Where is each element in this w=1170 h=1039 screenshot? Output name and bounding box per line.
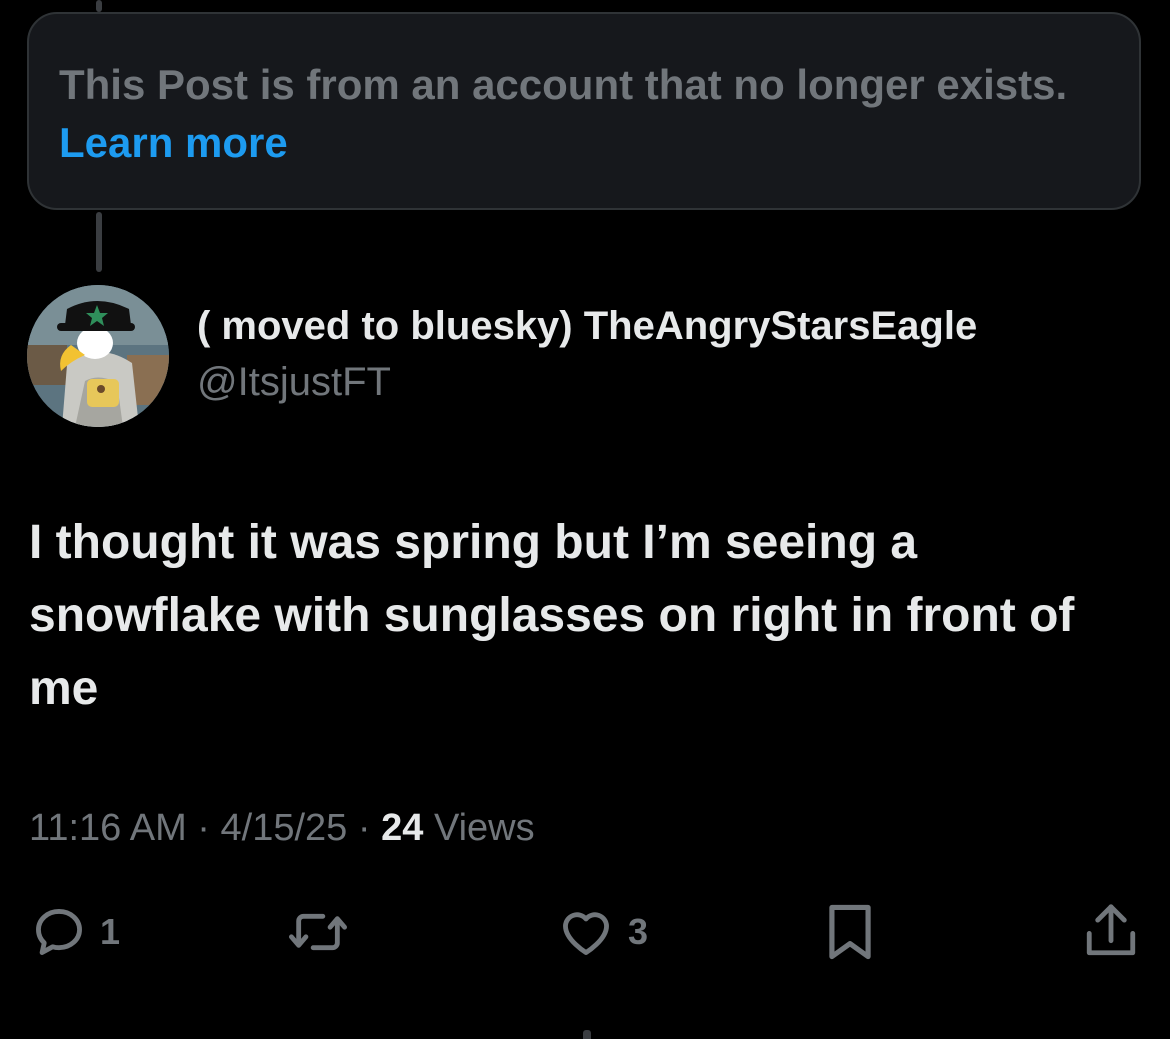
share-icon <box>1086 904 1136 956</box>
reply-button[interactable]: 1 <box>30 903 120 961</box>
meta-separator: · <box>357 807 371 849</box>
views-label: Views <box>433 807 535 849</box>
eagle-mascot-avatar-icon <box>27 285 169 427</box>
views-count: 24 <box>381 807 424 849</box>
learn-more-link[interactable]: Learn more <box>59 119 288 166</box>
thread-connector-line <box>583 1030 591 1039</box>
like-button[interactable]: 3 <box>556 903 648 961</box>
post-date[interactable]: 4/15/25 <box>221 807 348 849</box>
reply-icon <box>36 909 82 955</box>
heart-icon <box>563 912 609 955</box>
repost-button[interactable] <box>286 903 350 961</box>
share-button[interactable] <box>1082 899 1140 963</box>
author-display-name[interactable]: ( moved to bluesky) TheAngryStarsEagle <box>197 298 977 354</box>
post-text: I thought it was spring but I’m seeing a… <box>29 516 1075 715</box>
thread-connector-line <box>96 212 102 272</box>
post-action-bar: 1 3 <box>0 895 1170 975</box>
author-handle[interactable]: @ItsjustFT <box>197 354 977 410</box>
meta-separator: · <box>197 807 210 849</box>
repost-icon <box>288 913 347 951</box>
avatar[interactable] <box>27 285 169 427</box>
author-info[interactable]: ( moved to bluesky) TheAngryStarsEagle @… <box>197 298 977 410</box>
post-meta: 11:16 AM · 4/15/25 · 24 Views <box>29 800 535 856</box>
bookmark-icon <box>829 904 871 960</box>
like-count: 3 <box>628 911 649 952</box>
deleted-account-notice: This Post is from an account that no lon… <box>27 12 1141 210</box>
post-detail-page: This Post is from an account that no lon… <box>0 0 1170 1039</box>
thread-connector-line <box>96 0 102 12</box>
post-time[interactable]: 11:16 AM <box>29 807 187 849</box>
reply-count: 1 <box>100 911 121 952</box>
notice-text: This Post is from an account that no lon… <box>59 61 1068 108</box>
bookmark-button[interactable] <box>824 901 876 963</box>
